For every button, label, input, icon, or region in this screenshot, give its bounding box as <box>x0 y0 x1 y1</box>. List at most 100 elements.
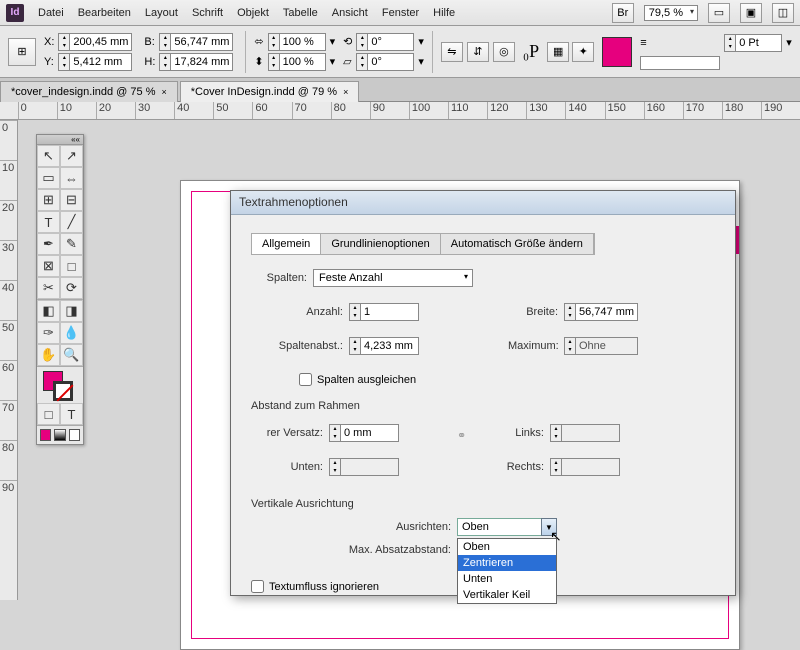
ruler-horizontal[interactable]: 0102030405060708090100110120130140150160… <box>0 102 800 120</box>
ruler-vertical[interactable]: 0102030405060708090 <box>0 120 18 600</box>
textumfluss-checkbox[interactable] <box>251 580 264 593</box>
pencil-tool[interactable]: ✎ <box>60 233 83 255</box>
spalten-ausgleichen-checkbox[interactable] <box>299 373 312 386</box>
ausrichten-options-list: Oben Zentrieren Unten Vertikaler Keil <box>457 538 557 604</box>
doc-tab-1[interactable]: *cover_indesign.indd @ 75 %× <box>0 81 178 102</box>
menu-fenster[interactable]: Fenster <box>382 7 419 19</box>
rotate-icon: ⟲ <box>343 35 352 48</box>
stroke-field[interactable]: ▴▾ <box>724 34 782 52</box>
stroke-icon: ≡ <box>640 37 720 49</box>
close-icon[interactable]: × <box>343 87 348 97</box>
flip-h-icon[interactable]: ⇋ <box>441 42 463 62</box>
rectangle-tool[interactable]: □ <box>60 255 83 277</box>
direct-selection-tool[interactable]: ↗ <box>60 145 83 167</box>
effects-icon[interactable]: ✦ <box>572 42 594 62</box>
tab-auto-size[interactable]: Automatisch Größe ändern <box>441 234 594 254</box>
tab-grundlinien[interactable]: Grundlinienoptionen <box>321 234 440 254</box>
view-options-icon[interactable]: ▭ <box>708 3 730 23</box>
content-collector-tool[interactable]: ⊞ <box>37 189 60 211</box>
zoom-field[interactable]: 79,5 % <box>644 5 698 21</box>
close-icon[interactable]: × <box>161 87 166 97</box>
content-placer-tool[interactable]: ⊟ <box>60 189 83 211</box>
y-field[interactable]: ▴▾ <box>58 53 132 71</box>
breite-label: Breite: <box>508 306 558 318</box>
format-container-icon[interactable]: □ <box>37 403 60 425</box>
menu-bearbeiten[interactable]: Bearbeiten <box>78 7 131 19</box>
chevron-down-icon[interactable]: ▼ <box>541 518 557 536</box>
transform-tool[interactable]: ⟳ <box>60 277 83 299</box>
rotate-field[interactable]: ▴▾ <box>356 33 414 51</box>
ref-point-icon[interactable]: ⊞ <box>8 38 36 66</box>
option-unten[interactable]: Unten <box>458 571 556 587</box>
doc-tab-2[interactable]: *Cover InDesign.indd @ 79 %× <box>180 81 360 102</box>
scissors-tool[interactable]: ✂ <box>37 277 60 299</box>
w-label: B: <box>144 36 155 48</box>
zoom-tool[interactable]: 🔍 <box>60 344 83 366</box>
note-tool[interactable]: ✑ <box>37 322 60 344</box>
breite-field[interactable]: ▴▾ <box>564 303 638 321</box>
arrange-icon[interactable]: ◫ <box>772 3 794 23</box>
selection-tool[interactable]: ↖ <box>37 145 60 167</box>
gradient-swatch-tool[interactable]: ◧ <box>37 300 60 322</box>
rectangle-frame-tool[interactable]: ⊠ <box>37 255 60 277</box>
apply-color-icon[interactable] <box>40 429 51 441</box>
spaltenabst-field[interactable]: ▴▾ <box>349 337 419 355</box>
menu-tabelle[interactable]: Tabelle <box>283 7 318 19</box>
menu-objekt[interactable]: Objekt <box>237 7 269 19</box>
versatz-field[interactable]: ▴▾ <box>329 424 399 442</box>
ausrichten-label: Ausrichten: <box>361 521 451 533</box>
scaley-field[interactable]: ▴▾ <box>268 53 326 71</box>
scalex-field[interactable]: ▴▾ <box>268 33 326 51</box>
shear-field[interactable]: ▴▾ <box>356 53 414 71</box>
text-frame-options-dialog: Textrahmenoptionen Allgemein Grundlinien… <box>230 190 736 596</box>
menu-datei[interactable]: Datei <box>38 7 64 19</box>
link-icon[interactable]: ⚭ <box>457 429 466 442</box>
wrap-icon[interactable]: ▦ <box>547 42 569 62</box>
panel-grip[interactable]: «« <box>37 135 83 145</box>
option-zentrieren[interactable]: Zentrieren <box>458 555 556 571</box>
scalex-icon: ⬄ <box>254 35 263 48</box>
w-field[interactable]: ▴▾ <box>159 33 233 51</box>
stroke-style[interactable] <box>640 56 720 70</box>
flip-v-icon[interactable]: ⇵ <box>467 42 489 62</box>
hand-tool[interactable]: ✋ <box>37 344 60 366</box>
spalten-dropdown[interactable]: Feste Anzahl <box>313 269 473 287</box>
dialog-title: Textrahmenoptionen <box>231 191 735 215</box>
fill-swatch[interactable] <box>602 37 632 67</box>
anzahl-label: Anzahl: <box>271 306 343 318</box>
menu-layout[interactable]: Layout <box>145 7 178 19</box>
apply-gradient-icon[interactable] <box>54 429 65 441</box>
menu-schrift[interactable]: Schrift <box>192 7 223 19</box>
type-tool[interactable]: T <box>37 211 60 233</box>
x-label: X: <box>44 36 54 48</box>
ausrichten-dropdown[interactable]: ▼ Oben Zentrieren Unten Vertikaler Keil <box>457 518 557 536</box>
gap-tool[interactable]: ⇔ <box>60 167 83 189</box>
option-vertikaler-keil[interactable]: Vertikaler Keil <box>458 587 556 603</box>
apply-color-row[interactable] <box>37 426 83 444</box>
spalten-label: Spalten: <box>251 272 307 284</box>
links-field: ▴▾ <box>550 424 620 442</box>
format-text-icon[interactable]: T <box>60 403 83 425</box>
pen-tool[interactable]: ✒ <box>37 233 60 255</box>
unten-field: ▴▾ <box>329 458 399 476</box>
page-tool[interactable]: ▭ <box>37 167 60 189</box>
abstand-rahmen-label: Abstand zum Rahmen <box>251 400 715 412</box>
apply-none-icon[interactable] <box>69 429 80 441</box>
option-oben[interactable]: Oben <box>458 539 556 555</box>
select-container-icon[interactable]: ◎ <box>493 42 515 62</box>
char-panel-icon[interactable]: ₀P <box>523 41 539 62</box>
tab-allgemein[interactable]: Allgemein <box>252 234 321 254</box>
eyedropper-tool[interactable]: 💧 <box>60 322 83 344</box>
menu-hilfe[interactable]: Hilfe <box>433 7 455 19</box>
line-tool[interactable]: ╱ <box>60 211 83 233</box>
y-label: Y: <box>44 56 54 68</box>
h-field[interactable]: ▴▾ <box>159 53 233 71</box>
bridge-button[interactable]: Br <box>612 3 634 23</box>
fill-stroke-control[interactable] <box>37 367 83 403</box>
menu-ansicht[interactable]: Ansicht <box>332 7 368 19</box>
anzahl-field[interactable]: ▴▾ <box>349 303 419 321</box>
gradient-feather-tool[interactable]: ◨ <box>60 300 83 322</box>
x-field[interactable]: ▴▾ <box>58 33 132 51</box>
menu-bar: Id Datei Bearbeiten Layout Schrift Objek… <box>0 0 800 26</box>
screen-mode-icon[interactable]: ▣ <box>740 3 762 23</box>
